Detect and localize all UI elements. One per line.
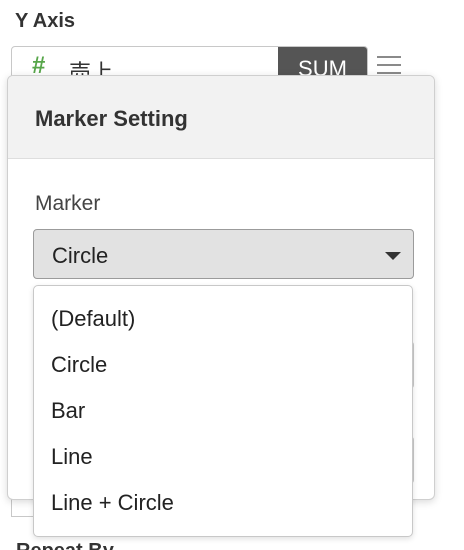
marker-select-value: Circle <box>52 243 109 268</box>
hamburger-icon[interactable] <box>377 56 401 76</box>
popover-header: Marker Setting <box>8 76 434 159</box>
section-heading-partial: Repeat By <box>16 538 176 550</box>
option-circle[interactable]: Circle <box>34 342 412 388</box>
marker-select[interactable]: Circle <box>33 229 414 279</box>
option-line[interactable]: Line <box>34 434 412 480</box>
y-axis-title: Y Axis <box>15 10 76 32</box>
option-line-circle[interactable]: Line + Circle <box>34 480 412 526</box>
marker-options-list: (Default) Circle Bar Line Line + Circle <box>33 285 413 537</box>
popover-title: Marker Setting <box>35 106 188 131</box>
option-default[interactable]: (Default) <box>34 296 412 342</box>
caret-down-icon <box>385 252 401 260</box>
marker-label: Marker <box>35 192 101 215</box>
option-bar[interactable]: Bar <box>34 388 412 434</box>
